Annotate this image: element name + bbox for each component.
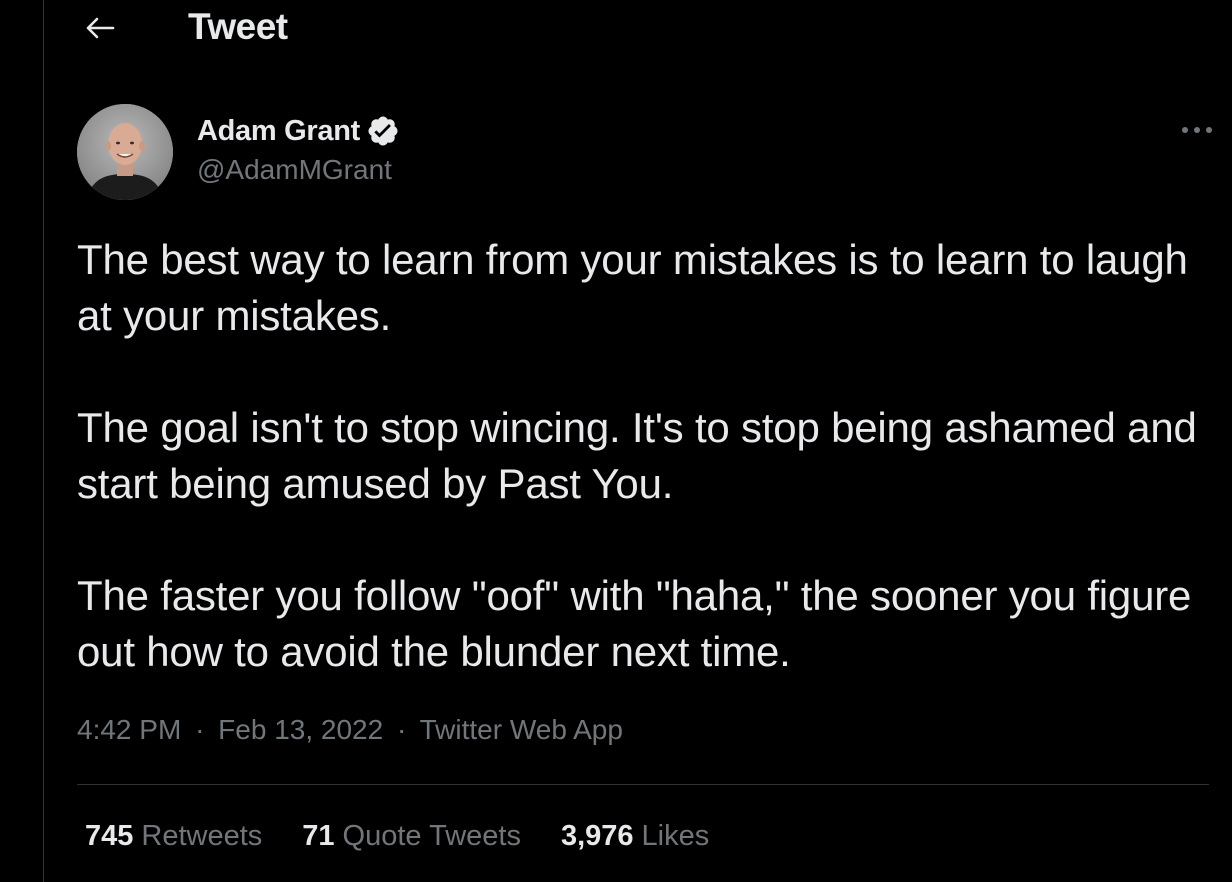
quote-tweets-count: 71 (302, 820, 335, 852)
retweets-label: Retweets (141, 820, 263, 852)
tweet-page: Tweet Adam Grant @AdamMGrant The best wa… (0, 0, 1232, 882)
quote-tweets-link[interactable]: 71 Quote Tweets (302, 820, 521, 853)
tweet-author: Adam Grant @AdamMGrant (77, 104, 1217, 204)
display-name: Adam Grant (197, 114, 360, 147)
quote-tweets-label: Quote Tweets (342, 820, 521, 852)
author-handle[interactable]: @AdamMGrant (197, 154, 392, 186)
retweets-count: 745 (85, 820, 134, 852)
tweet-stats: 745 Retweets 71 Quote Tweets 3,976 Likes (85, 820, 709, 853)
tweet-paragraph: The goal isn't to stop wincing. It's to … (77, 404, 1197, 507)
back-button[interactable] (80, 8, 120, 48)
divider (77, 784, 1209, 785)
likes-label: Likes (641, 820, 710, 852)
meta-separator: · (195, 714, 205, 745)
retweets-link[interactable]: 745 Retweets (85, 820, 262, 853)
arrow-left-icon (86, 17, 115, 39)
tweet-date[interactable]: Feb 13, 2022 (218, 714, 383, 745)
more-options-button[interactable] (1177, 118, 1217, 142)
tweet-metadata: 4:42 PM · Feb 13, 2022 · Twitter Web App (77, 714, 623, 746)
tweet-text: The best way to learn from your mistakes… (77, 232, 1217, 680)
tweet-time[interactable]: 4:42 PM (77, 714, 181, 745)
meta-separator: · (396, 714, 407, 745)
verified-badge-icon (368, 116, 398, 146)
tweet-source[interactable]: Twitter Web App (420, 714, 623, 745)
likes-link[interactable]: 3,976 Likes (561, 820, 709, 853)
more-horizontal-icon (1182, 127, 1212, 133)
avatar-photo (77, 104, 173, 200)
tweet-paragraph: The best way to learn from your mistakes… (77, 236, 1188, 339)
tweet-paragraph: The faster you follow "oof" with "haha,"… (77, 572, 1192, 675)
author-name-link[interactable]: Adam Grant (197, 114, 400, 148)
page-title: Tweet (188, 6, 288, 47)
header: Tweet (44, 0, 1232, 58)
likes-count: 3,976 (560, 820, 634, 852)
column-border (43, 0, 44, 882)
avatar[interactable] (77, 104, 173, 200)
